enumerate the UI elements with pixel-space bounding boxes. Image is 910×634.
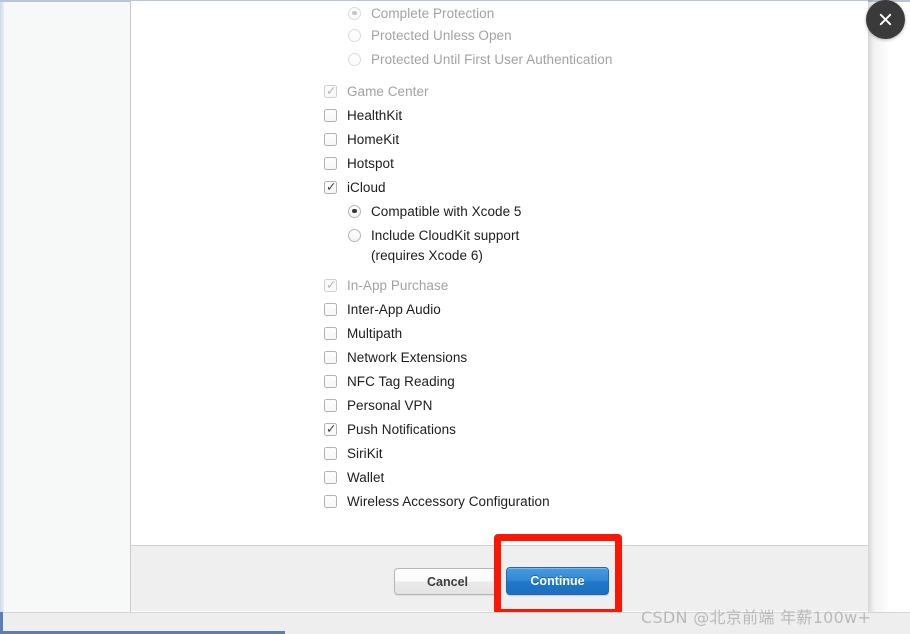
checkmark-icon: ✓ xyxy=(326,276,337,292)
capability-row-push-notifications[interactable]: ✓ Push Notifications xyxy=(324,417,456,441)
capability-row-multipath[interactable]: Multipath xyxy=(324,321,402,345)
checkbox-network-extensions[interactable] xyxy=(324,350,337,364)
checkmark-icon: ✓ xyxy=(326,82,337,98)
checkbox-icloud[interactable]: ✓ xyxy=(324,178,337,194)
capability-label-nfc-tag-reading: NFC Tag Reading xyxy=(347,373,455,389)
capabilities-list[interactable]: Complete Protection Protected Unless Open… xyxy=(131,1,868,545)
capability-label-complete-protection: Complete Protection xyxy=(371,5,495,21)
checkmark-icon: ✓ xyxy=(326,178,337,194)
capability-label-game-center: Game Center xyxy=(347,83,429,99)
capability-row-personal-vpn[interactable]: Personal VPN xyxy=(324,393,432,417)
close-button[interactable] xyxy=(866,0,905,39)
capability-label-personal-vpn: Personal VPN xyxy=(347,397,433,413)
capability-row-homekit[interactable]: HomeKit xyxy=(324,127,399,151)
capability-row-include-cloudkit-support-note: (requires Xcode 6) xyxy=(348,243,483,267)
capability-row-hotspot[interactable]: Hotspot xyxy=(324,151,394,175)
capability-row-healthkit[interactable]: HealthKit xyxy=(324,103,402,127)
capability-row-sirikit[interactable]: SiriKit xyxy=(324,441,383,465)
capability-label-icloud: iCloud xyxy=(347,179,386,195)
checkbox-nfc-tag-reading[interactable] xyxy=(324,374,337,388)
capability-row-protected-until-first-user-authentication[interactable]: Protected Until First User Authenticatio… xyxy=(348,47,612,71)
capability-row-wallet[interactable]: Wallet xyxy=(324,465,384,489)
checkbox-multipath[interactable] xyxy=(324,326,337,340)
capability-label-wallet: Wallet xyxy=(347,469,385,485)
capability-row-in-app-purchase[interactable]: ✓ In-App Purchase xyxy=(324,273,448,297)
capability-label-wireless-accessory-configuration: Wireless Accessory Configuration xyxy=(347,493,550,509)
capability-label-protected-unless-open: Protected Unless Open xyxy=(371,27,512,43)
radio-protected-unless-open xyxy=(348,28,361,42)
radio-protected-until-first-user-authentication xyxy=(348,52,361,66)
capability-label-multipath: Multipath xyxy=(347,325,403,341)
checkbox-game-center: ✓ xyxy=(324,82,337,98)
left-rail-edge xyxy=(0,0,4,612)
checkbox-inter-app-audio[interactable] xyxy=(324,302,337,316)
capability-label-include-cloudkit-support-note: (requires Xcode 6) xyxy=(371,247,483,263)
capability-label-network-extensions: Network Extensions xyxy=(347,349,468,365)
checkbox-push-notifications[interactable]: ✓ xyxy=(324,420,337,436)
capability-row-protected-unless-open[interactable]: Protected Unless Open xyxy=(348,23,512,47)
capability-row-icloud[interactable]: ✓ iCloud xyxy=(324,175,386,199)
radio-complete-protection xyxy=(348,6,361,20)
checkbox-hotspot[interactable] xyxy=(324,156,337,170)
dialog-footer: Cancel Continue xyxy=(131,545,868,611)
checkbox-in-app-purchase: ✓ xyxy=(324,276,337,292)
capability-label-in-app-purchase: In-App Purchase xyxy=(347,277,449,293)
capability-row-wireless-accessory-configuration[interactable]: Wireless Accessory Configuration xyxy=(324,489,550,513)
checkbox-healthkit[interactable] xyxy=(324,108,337,122)
radio-compatible-with-xcode-5[interactable] xyxy=(348,204,361,218)
dialog-drop-shadow xyxy=(868,0,902,612)
checkbox-wireless-accessory-configuration[interactable] xyxy=(324,494,337,508)
cancel-button[interactable]: Cancel xyxy=(394,568,501,595)
csdn-watermark: CSDN @北京前端 年薪100w+ xyxy=(641,608,872,627)
checkbox-personal-vpn[interactable] xyxy=(324,398,337,412)
capability-label-sirikit: SiriKit xyxy=(347,445,383,461)
capability-label-homekit: HomeKit xyxy=(347,131,400,147)
capability-row-game-center[interactable]: ✓ Game Center xyxy=(324,79,429,103)
radio-dot-icon xyxy=(352,208,357,214)
close-icon xyxy=(877,11,894,28)
capability-row-complete-protection[interactable]: Complete Protection xyxy=(348,1,494,25)
capability-label-include-cloudkit-support: Include CloudKit support xyxy=(371,227,520,243)
capability-label-protected-until-first-user-authentication: Protected Until First User Authenticatio… xyxy=(371,51,613,67)
capability-label-push-notifications: Push Notifications xyxy=(347,421,456,437)
capabilities-dialog: Complete Protection Protected Unless Open… xyxy=(131,1,868,611)
radio-include-cloudkit-support[interactable] xyxy=(348,228,361,242)
capability-label-compatible-with-xcode-5: Compatible with Xcode 5 xyxy=(371,203,522,219)
checkbox-homekit[interactable] xyxy=(324,132,337,146)
continue-button[interactable]: Continue xyxy=(506,567,609,595)
checkbox-sirikit[interactable] xyxy=(324,446,337,460)
radio-dot-icon xyxy=(352,10,357,16)
checkmark-icon: ✓ xyxy=(326,420,337,436)
capability-label-inter-app-audio: Inter-App Audio xyxy=(347,301,441,317)
capability-row-network-extensions[interactable]: Network Extensions xyxy=(324,345,467,369)
capability-row-compatible-with-xcode-5[interactable]: Compatible with Xcode 5 xyxy=(348,199,521,223)
left-rail-panel xyxy=(0,0,131,612)
capability-label-healthkit: HealthKit xyxy=(347,107,403,123)
checkbox-wallet[interactable] xyxy=(324,470,337,484)
capability-label-hotspot: Hotspot xyxy=(347,155,394,171)
capability-row-nfc-tag-reading[interactable]: NFC Tag Reading xyxy=(324,369,455,393)
capability-row-inter-app-audio[interactable]: Inter-App Audio xyxy=(324,297,441,321)
